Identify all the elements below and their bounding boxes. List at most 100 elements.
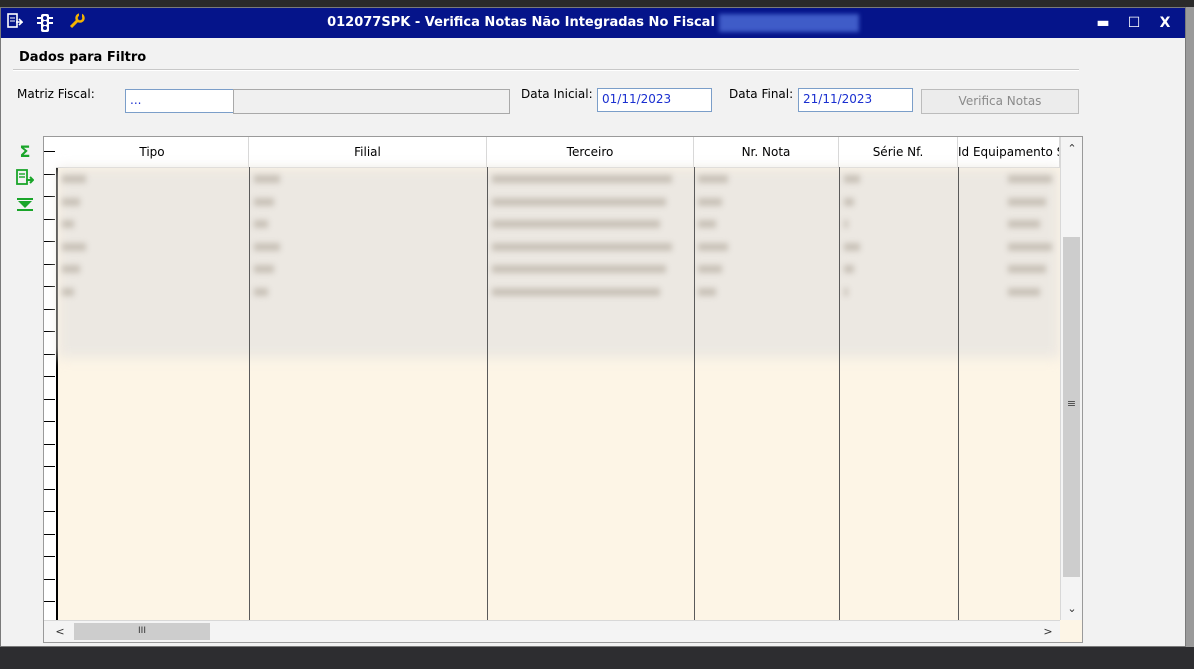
redacted-cell — [254, 197, 274, 206]
redacted-cell — [254, 265, 274, 273]
redacted-cell — [698, 287, 716, 296]
bottom-taskbar — [0, 647, 1194, 669]
row-indicator-tick — [44, 331, 55, 332]
horizontal-scrollbar[interactable]: < III > — [44, 620, 1060, 642]
verifica-notas-button[interactable]: Verifica Notas — [921, 89, 1079, 114]
redacted-cell — [844, 265, 854, 273]
table-row[interactable] — [58, 169, 1058, 189]
title-redacted — [718, 13, 859, 32]
redacted-cell — [1008, 220, 1040, 228]
redacted-cell — [254, 220, 268, 228]
vertical-scrollbar[interactable]: ⌃ ≡ ⌄ — [1060, 137, 1082, 620]
row-indicator-tick — [44, 444, 55, 445]
row-indicator-tick — [44, 399, 55, 400]
table-row[interactable] — [58, 237, 1058, 257]
redacted-cell — [492, 175, 672, 183]
redacted-cell — [492, 197, 666, 206]
redacted-cell — [62, 220, 74, 228]
close-button[interactable]: X — [1154, 13, 1176, 33]
redacted-cell — [62, 175, 86, 183]
expand-down-icon[interactable] — [15, 197, 35, 217]
right-edge — [1186, 7, 1194, 647]
redacted-cell — [492, 220, 660, 228]
redacted-cell — [254, 175, 280, 183]
grid-header-row: Tipo Filial Terceiro Nr. Nota Série Nf. Id Eq… — [56, 137, 1060, 168]
redacted-cell — [254, 242, 280, 251]
app-window: 012077SPK - Verifica Notas Não Integrada… — [0, 7, 1186, 647]
matriz-label: Matriz Fiscal: — [17, 87, 95, 101]
vertical-scroll-thumb[interactable]: ≡ — [1063, 237, 1080, 577]
scroll-right-button[interactable]: > — [1038, 622, 1058, 642]
redacted-cell — [844, 220, 848, 228]
redacted-cell — [254, 287, 268, 296]
data-grid[interactable]: Tipo Filial Terceiro Nr. Nota Série Nf. Id Eq… — [43, 136, 1083, 643]
horizontal-scroll-thumb[interactable]: III — [74, 623, 210, 640]
column-header[interactable]: Terceiro — [487, 137, 694, 167]
row-indicator-tick — [44, 151, 55, 152]
row-indicator-tick — [44, 241, 55, 242]
sum-icon[interactable]: Σ — [15, 142, 35, 162]
row-indicator-tick — [44, 511, 55, 512]
row-indicator-column — [44, 137, 58, 620]
redacted-cell — [698, 175, 728, 183]
data-final-label: Data Final: — [729, 87, 794, 101]
data-final-input[interactable]: 21/11/2023 — [798, 88, 913, 112]
redacted-cell — [844, 175, 860, 183]
redacted-cell — [62, 242, 86, 251]
table-row[interactable] — [58, 214, 1058, 234]
scroll-down-button[interactable]: ⌄ — [1062, 599, 1082, 619]
row-indicator-tick — [44, 489, 55, 490]
row-indicator-tick — [44, 601, 55, 602]
column-divider — [839, 167, 840, 620]
window-title: 012077SPK - Verifica Notas Não Integrada… — [1, 8, 1185, 38]
column-header[interactable]: Série Nf. — [839, 137, 958, 167]
row-indicator-tick — [44, 534, 55, 535]
table-row[interactable] — [58, 259, 1058, 279]
column-divider — [249, 167, 250, 620]
row-indicator-tick — [44, 264, 55, 265]
row-indicator-tick — [44, 174, 55, 175]
redacted-cell — [1008, 197, 1046, 206]
redacted-cell — [62, 197, 80, 206]
group-divider — [13, 69, 1079, 71]
top-edge — [0, 0, 1194, 7]
redacted-cell — [1008, 287, 1040, 296]
redacted-cell — [698, 265, 722, 273]
redacted-cell — [844, 242, 860, 251]
table-row[interactable] — [58, 192, 1058, 212]
column-divider — [694, 167, 695, 620]
row-indicator-tick — [44, 466, 55, 467]
data-inicial-label: Data Inicial: — [521, 87, 593, 101]
column-header[interactable]: Id Equipamento S — [958, 137, 1060, 167]
row-indicator-tick — [44, 421, 55, 422]
row-indicator-tick — [44, 354, 55, 355]
matriz-fiscal-input[interactable]: ... — [125, 89, 235, 113]
column-header[interactable]: Nr. Nota — [694, 137, 839, 167]
redacted-cell — [1008, 242, 1052, 251]
scroll-grip-icon: ≡ — [1066, 397, 1077, 410]
row-indicator-tick — [44, 219, 55, 220]
data-inicial-input[interactable]: 01/11/2023 — [597, 88, 712, 112]
row-indicator-tick — [44, 286, 55, 287]
column-header[interactable]: Filial — [249, 137, 487, 167]
scroll-left-button[interactable]: < — [50, 622, 70, 642]
column-header[interactable]: Tipo — [56, 137, 249, 167]
column-divider — [487, 167, 488, 620]
redacted-cell — [844, 197, 854, 206]
redacted-cell — [1008, 175, 1052, 183]
maximize-button[interactable]: ☐ — [1123, 13, 1145, 33]
redacted-cell — [62, 287, 74, 296]
row-indicator-tick — [44, 579, 55, 580]
redacted-cell — [1008, 265, 1046, 273]
minimize-button[interactable]: ▬ — [1092, 13, 1114, 33]
redacted-cell — [698, 220, 716, 228]
row-indicator-tick — [44, 196, 55, 197]
redacted-cell — [698, 242, 728, 251]
export-icon[interactable] — [15, 169, 35, 189]
redacted-cell — [62, 265, 80, 273]
scroll-up-button[interactable]: ⌃ — [1062, 139, 1082, 159]
table-row[interactable] — [58, 282, 1058, 302]
row-indicator-tick — [44, 556, 55, 557]
column-divider — [958, 167, 959, 620]
redacted-cell — [698, 197, 722, 206]
